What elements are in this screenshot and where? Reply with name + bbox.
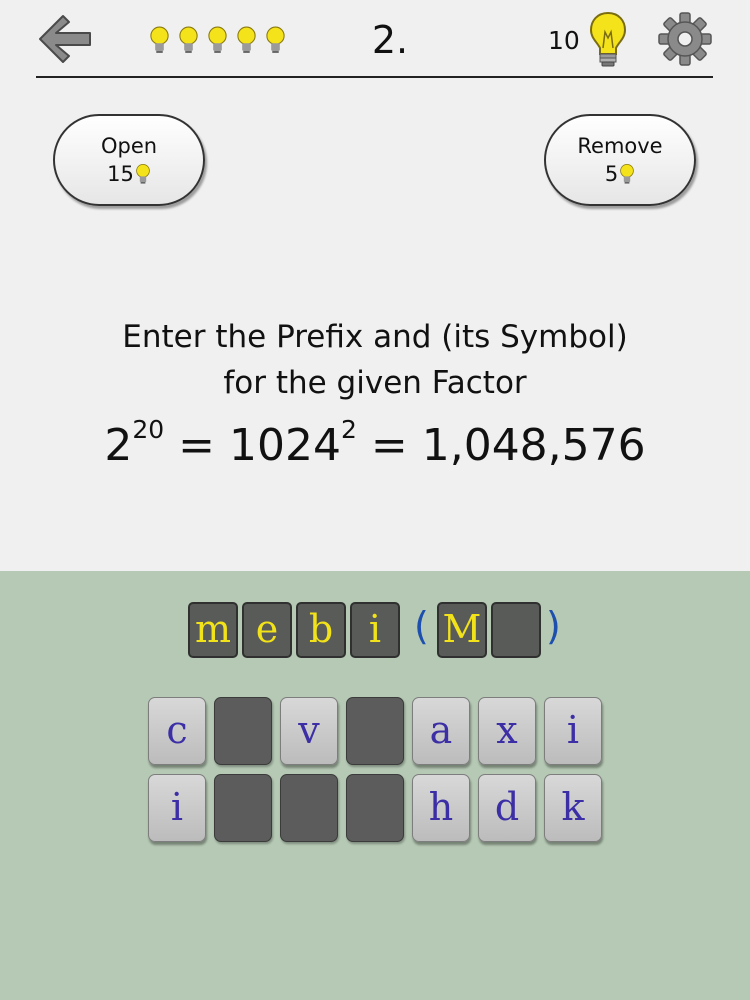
letter-key[interactable]: v: [280, 697, 338, 765]
remove-cost-value: 5: [604, 162, 619, 186]
hint-count: 10: [548, 26, 580, 55]
back-arrow-icon[interactable]: [36, 12, 94, 66]
question-text: Enter the Prefix and (its Symbol) for th…: [0, 314, 750, 406]
used-key: [346, 774, 404, 842]
letter-key[interactable]: c: [148, 697, 206, 765]
answer-row: m e b i ( M ): [0, 602, 750, 658]
eq-middle: = 1024: [164, 420, 341, 471]
symbol-slot[interactable]: M: [437, 602, 487, 658]
answer-slot[interactable]: b: [296, 602, 346, 658]
factor-equation: 220 = 10242 = 1,048,576: [0, 417, 750, 471]
answer-slot[interactable]: e: [242, 602, 292, 658]
progress-bulbs: [148, 26, 287, 54]
used-key: [346, 697, 404, 765]
bulb-icon: [136, 163, 150, 184]
remove-letters-button[interactable]: Remove 5: [544, 114, 696, 206]
lightbulb-icon: [589, 11, 627, 67]
answer-slot[interactable]: m: [188, 602, 238, 658]
remove-button-label: Remove: [577, 134, 663, 158]
used-key: [214, 697, 272, 765]
close-paren: ): [546, 604, 561, 648]
bulb-icon: [266, 26, 285, 53]
eq-exponent-1: 20: [132, 415, 165, 444]
header-divider: [36, 76, 713, 78]
open-cost-value: 15: [107, 162, 134, 186]
bulb-icon: [208, 26, 227, 53]
remove-cost: 5: [605, 160, 635, 188]
open-paren: (: [414, 604, 429, 648]
used-key: [214, 774, 272, 842]
letter-key[interactable]: i: [148, 774, 206, 842]
settings-gear-icon[interactable]: [658, 12, 712, 66]
question-line-2: for the given Factor: [223, 365, 527, 401]
letter-key[interactable]: x: [478, 697, 536, 765]
used-key: [280, 774, 338, 842]
letter-key[interactable]: i: [544, 697, 602, 765]
open-button-label: Open: [100, 134, 158, 158]
eq-exponent-2: 2: [340, 415, 357, 444]
eq-base: 2: [104, 420, 133, 471]
question-line-1: Enter the Prefix and (its Symbol): [122, 319, 628, 355]
bulb-icon: [237, 26, 256, 53]
answer-slot[interactable]: i: [350, 602, 400, 658]
open-cost: 15: [107, 160, 151, 188]
bulb-icon: [150, 26, 169, 53]
letter-key[interactable]: a: [412, 697, 470, 765]
eq-result: = 1,048,576: [356, 420, 646, 471]
bulb-icon: [179, 26, 198, 53]
letter-key[interactable]: d: [478, 774, 536, 842]
bulb-icon: [620, 163, 634, 184]
letter-key[interactable]: h: [412, 774, 470, 842]
letter-key[interactable]: k: [544, 774, 602, 842]
open-letter-button[interactable]: Open 15: [53, 114, 205, 206]
symbol-slot[interactable]: [491, 602, 541, 658]
header-bar: 2. 10: [0, 0, 750, 80]
level-number: 2.: [371, 18, 409, 62]
